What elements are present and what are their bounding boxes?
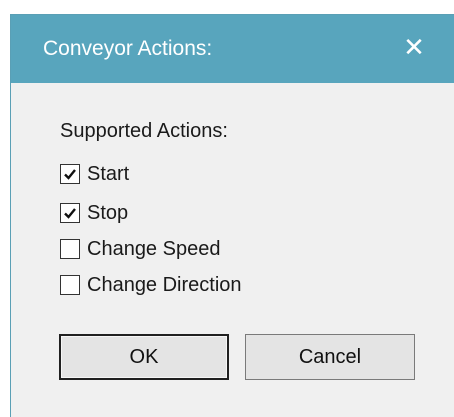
close-icon[interactable]: ✕ [400, 33, 428, 61]
checkbox-stop[interactable]: Stop [60, 199, 128, 227]
checkbox-stop-label: Stop [87, 201, 129, 224]
dialog-title: Conveyor Actions: [43, 37, 213, 60]
supported-actions-label: Supported Actions: [60, 120, 228, 142]
checkbox-start-label: Start [87, 162, 130, 185]
ok-button[interactable]: OK [59, 334, 229, 380]
conveyor-actions-dialog: Conveyor Actions: ✕ Supported Actions: S… [10, 14, 454, 417]
checkbox-change-speed-label: Change Speed [87, 237, 221, 260]
checkmark-icon [64, 169, 76, 180]
checkbox-change-direction-box[interactable] [60, 275, 80, 295]
checkbox-change-speed-box[interactable] [60, 239, 80, 259]
checkbox-change-direction[interactable]: Change Direction [60, 271, 242, 299]
checkbox-change-speed[interactable]: Change Speed [60, 235, 220, 263]
checkbox-start[interactable]: Start [60, 160, 129, 188]
checkbox-start-box[interactable] [60, 164, 80, 184]
cancel-button[interactable]: Cancel [245, 334, 415, 380]
checkbox-change-direction-label: Change Direction [87, 273, 242, 296]
checkbox-stop-box[interactable] [60, 203, 80, 223]
checkmark-icon [64, 208, 76, 219]
title-bar[interactable]: Conveyor Actions: ✕ [11, 15, 454, 83]
